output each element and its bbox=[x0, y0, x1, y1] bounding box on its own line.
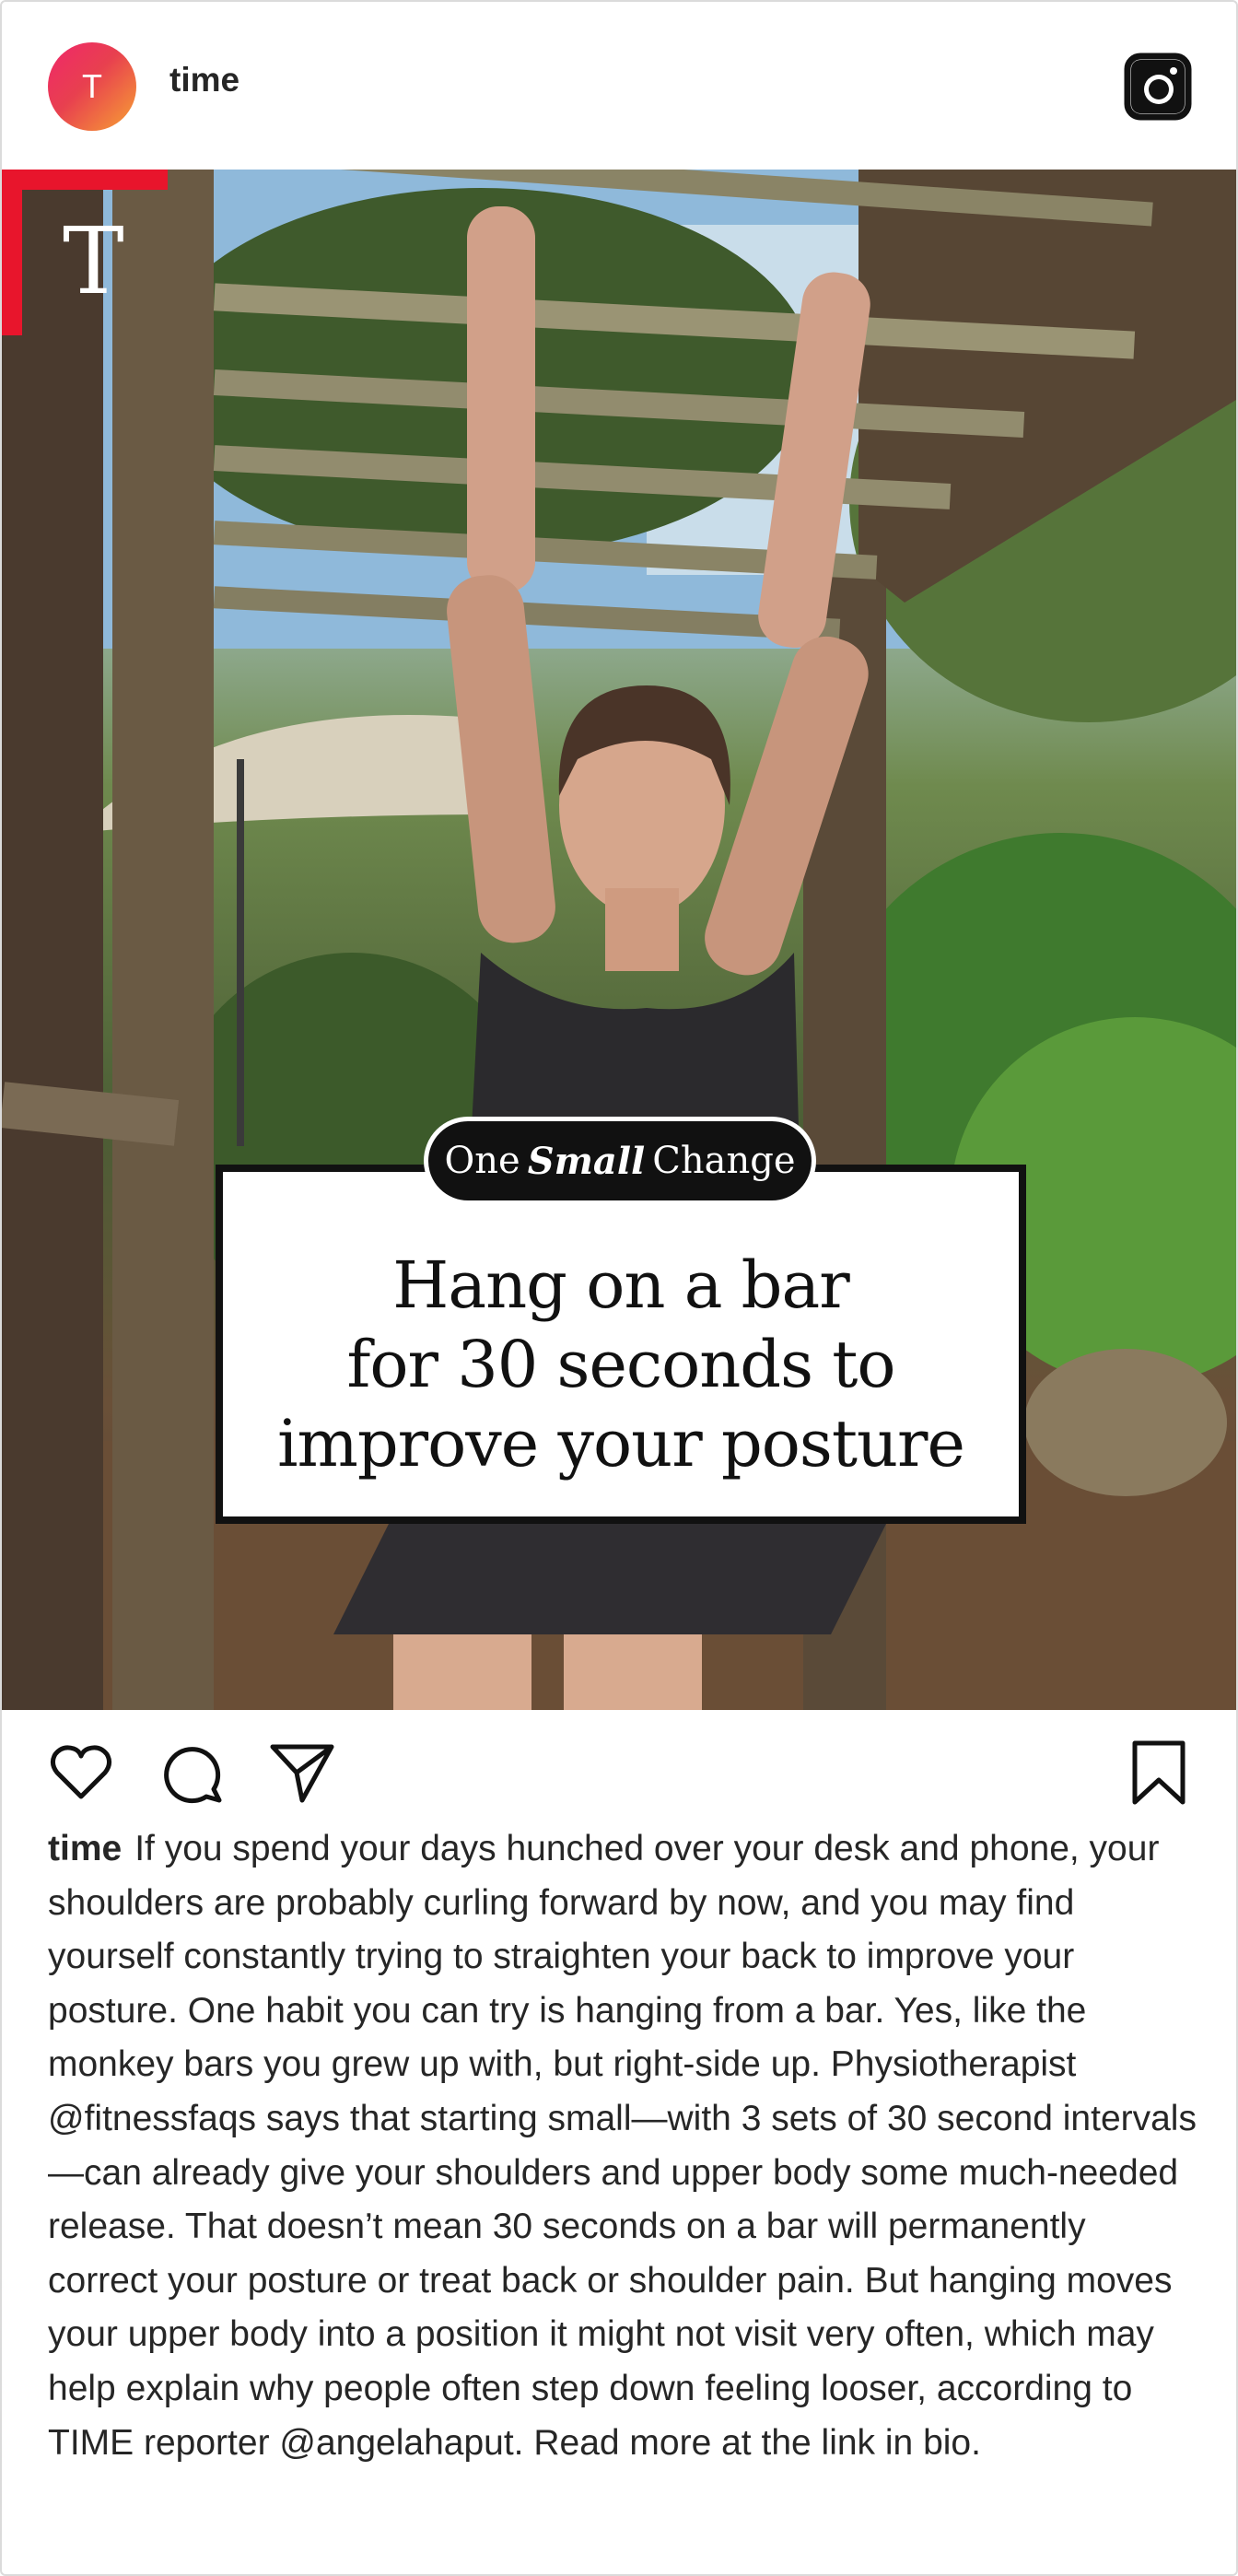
caption-text: If you spend your days hunched over your… bbox=[48, 1829, 1197, 2463]
series-tag: One Small Change bbox=[424, 1117, 816, 1205]
series-tag-suffix: Change bbox=[652, 1140, 796, 1182]
instagram-post-card: T time T Hang on a bar for 30 seconds to… bbox=[0, 0, 1238, 2576]
send-icon[interactable] bbox=[269, 1739, 335, 1806]
headline-line: for 30 seconds to bbox=[346, 1327, 895, 1402]
headline-line: Hang on a bar bbox=[392, 1247, 849, 1323]
post-media[interactable]: T Hang on a bar for 30 seconds to improv… bbox=[2, 170, 1236, 1710]
heart-icon[interactable] bbox=[48, 1739, 114, 1806]
bookmark-icon[interactable] bbox=[1126, 1739, 1192, 1806]
brand-accent-corner bbox=[2, 170, 22, 335]
brand-accent-corner bbox=[2, 170, 168, 190]
avatar[interactable]: T bbox=[48, 42, 136, 131]
instagram-logo-icon[interactable] bbox=[1124, 53, 1192, 121]
post-username[interactable]: time bbox=[169, 61, 239, 100]
time-brand-mark: T bbox=[63, 207, 124, 315]
post-actions bbox=[2, 1712, 1236, 1832]
post-caption: time If you spend your days hunched over … bbox=[48, 1822, 1199, 2470]
comment-icon[interactable] bbox=[158, 1739, 225, 1806]
series-tag-prefix: One bbox=[444, 1140, 520, 1182]
headline-line: improve your posture bbox=[277, 1406, 965, 1481]
post-header: T time bbox=[2, 2, 1236, 168]
avatar-letter: T bbox=[82, 67, 102, 105]
headline-card: Hang on a bar for 30 seconds to improve … bbox=[216, 1165, 1026, 1524]
caption-username[interactable]: time bbox=[48, 1829, 122, 1868]
series-tag-emphasis: Small bbox=[527, 1139, 646, 1183]
post-headline: Hang on a bar for 30 seconds to improve … bbox=[223, 1246, 1019, 1483]
